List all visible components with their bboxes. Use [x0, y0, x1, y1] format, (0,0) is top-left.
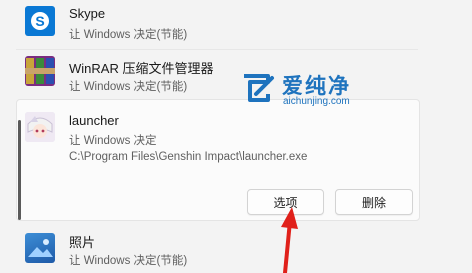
annotation-arrow-icon [281, 207, 298, 273]
delete-button[interactable]: 删除 [335, 189, 413, 215]
app-name: launcher [69, 113, 119, 128]
launcher-icon [25, 112, 55, 142]
app-name: 照片 [69, 235, 96, 250]
photos-icon [25, 233, 55, 263]
watermark-url: aichunjing.com [283, 96, 350, 107]
app-status: 让 Windows 决定(节能) [69, 29, 188, 41]
app-name: WinRAR 压缩文件管理器 [69, 61, 214, 76]
app-status: 让 Windows 决定 [69, 135, 157, 147]
app-path: C:\Program Files\Genshin Impact\launcher… [69, 151, 308, 163]
app-name: Skype [69, 6, 106, 21]
watermark-mark-icon [244, 74, 274, 102]
app-row-winrar[interactable]: WinRAR 压缩文件管理器 让 Windows 决定(节能) [0, 50, 472, 98]
winrar-icon [25, 56, 55, 86]
watermark-logo: 爱纯净 aichunjing.com [238, 72, 388, 112]
app-status: 让 Windows 决定(节能) [69, 81, 188, 93]
app-row-skype[interactable]: S Skype 让 Windows 决定(节能) [0, 0, 472, 48]
skype-icon: S [25, 6, 55, 36]
selection-accent-bar [18, 120, 21, 220]
app-status: 让 Windows 决定(节能) [69, 255, 188, 267]
app-row-photos[interactable]: 照片 让 Windows 决定(节能) [0, 225, 472, 273]
